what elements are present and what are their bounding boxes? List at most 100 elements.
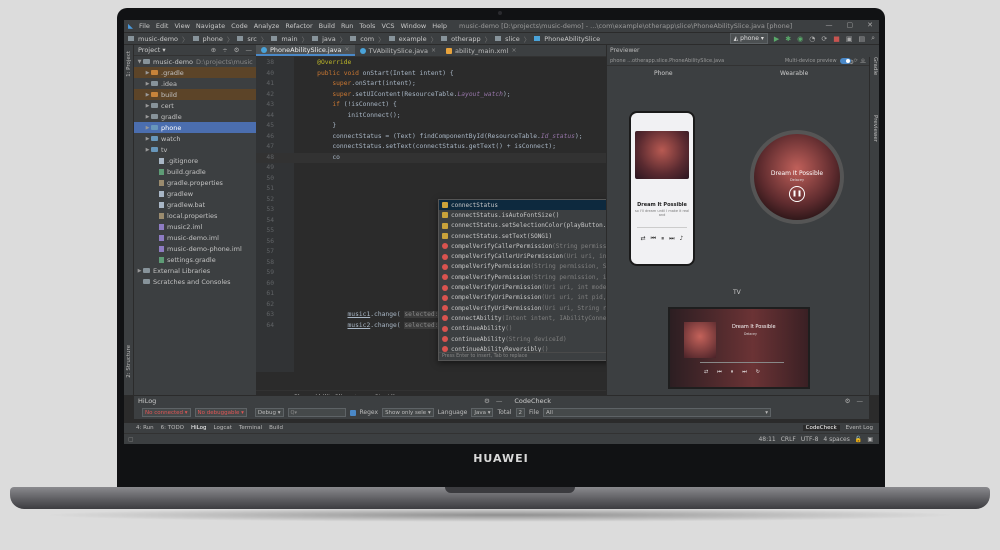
menu-view[interactable]: View <box>174 22 189 30</box>
nav-crumb[interactable]: phone <box>203 35 223 43</box>
menu-navigate[interactable]: Navigate <box>196 22 225 30</box>
prev-icon[interactable]: ⏮ <box>717 369 722 375</box>
bottom-tab[interactable]: HiLog <box>191 425 207 431</box>
tree-item[interactable]: ▶ cert <box>134 100 256 111</box>
line-separator[interactable]: CRLF <box>781 436 796 443</box>
lock-icon[interactable]: 🔓 <box>855 436 862 443</box>
nav-crumb[interactable]: java <box>322 35 336 43</box>
code-line[interactable]: 50 <box>256 174 606 185</box>
tv-preview[interactable]: Dream It Possible Delacey ⇄ ⏮ ⏸ ⏭ ↻ <box>668 307 810 389</box>
hide-icon[interactable]: — <box>857 397 864 405</box>
tree-item[interactable]: ▶ build <box>134 89 256 100</box>
cursor-position[interactable]: 48:11 <box>758 436 775 443</box>
tree-item[interactable]: Scratches and Consoles <box>134 276 256 287</box>
collapse-icon[interactable]: ÷ <box>222 46 227 54</box>
codecheck-tab[interactable]: CodeCheck <box>802 425 840 431</box>
editor-tab[interactable]: ability_main.xml × <box>441 45 522 56</box>
expand-arrow-icon[interactable]: ▶ <box>144 81 151 87</box>
tree-item[interactable]: ▶ .gradle <box>134 67 256 78</box>
tree-item[interactable]: gradle.properties <box>134 177 256 188</box>
nav-crumb[interactable]: slice <box>505 35 520 43</box>
process-select[interactable]: No debuggable ▾ <box>194 408 247 417</box>
tree-item[interactable]: .gitignore <box>134 155 256 166</box>
phone-progress-bar[interactable] <box>637 227 687 228</box>
previewer-tool-tab[interactable]: Previewer <box>872 115 878 142</box>
tree-item[interactable]: gradlew.bat <box>134 199 256 210</box>
expand-arrow-icon[interactable]: ▶ <box>144 147 151 153</box>
zoom-icon[interactable]: ⊕ <box>861 58 865 64</box>
layout-icon[interactable]: ▤ <box>858 35 865 43</box>
file-select[interactable]: All ▾ <box>543 408 772 417</box>
status-message-icon[interactable]: ▢ <box>128 436 134 443</box>
hide-icon[interactable]: — <box>496 397 503 405</box>
pause-icon[interactable]: ⏸ <box>661 235 664 243</box>
tree-item[interactable]: settings.gradle <box>134 254 256 265</box>
project-view-select[interactable]: Project ▾ <box>138 46 166 54</box>
menu-analyze[interactable]: Analyze <box>254 22 280 30</box>
tree-item[interactable]: ▶ phone <box>134 122 256 133</box>
code-line[interactable]: 44 initConnect(); <box>256 111 606 122</box>
filter-select[interactable]: Show only sele ▾ <box>382 408 434 417</box>
nav-crumb[interactable]: PhoneAbilitySlice <box>544 35 600 43</box>
code-line[interactable]: 42 super.setUIContent(ResourceTable.Layo… <box>256 90 606 101</box>
indent-setting[interactable]: 4 spaces <box>823 436 849 443</box>
tree-item[interactable]: ▶ tv <box>134 144 256 155</box>
nav-crumb[interactable]: src <box>247 35 257 43</box>
nav-crumb[interactable]: main <box>281 35 297 43</box>
expand-arrow-icon[interactable]: ▶ <box>144 92 151 98</box>
tree-item[interactable]: ▶ watch <box>134 133 256 144</box>
debug-icon[interactable]: ✱ <box>785 35 791 43</box>
menu-file[interactable]: File <box>139 22 150 30</box>
nav-crumb[interactable]: example <box>399 35 427 43</box>
log-search-input[interactable]: Q▾ <box>287 408 346 417</box>
tree-item[interactable]: local.properties <box>134 210 256 221</box>
wearable-preview[interactable]: Dream It Possible Delacey ❚❚ <box>750 130 844 224</box>
repeat-icon[interactable]: ↻ <box>756 369 760 375</box>
menu-code[interactable]: Code <box>231 22 248 30</box>
nav-crumb[interactable]: com <box>360 35 374 43</box>
tree-item[interactable]: ▶ .idea <box>134 78 256 89</box>
expand-arrow-icon[interactable]: ▼ <box>136 59 143 65</box>
menu-edit[interactable]: Edit <box>156 22 169 30</box>
menu-tools[interactable]: Tools <box>359 22 375 30</box>
tree-item[interactable]: music-demo.iml <box>134 232 256 243</box>
coverage-icon[interactable]: ◉ <box>797 35 803 43</box>
code-line[interactable]: 41 super.onStart(intent); <box>256 79 606 90</box>
search-icon[interactable]: ⌕ <box>871 34 875 43</box>
structure-tool-tab[interactable]: 2: Structure <box>126 345 132 378</box>
nav-crumb[interactable]: music-demo <box>138 35 178 43</box>
menu-build[interactable]: Build <box>319 22 335 30</box>
volume-icon[interactable]: ♪ <box>680 235 684 243</box>
sync-icon[interactable]: ⟳ <box>821 35 827 43</box>
expand-arrow-icon[interactable]: ▶ <box>144 103 151 109</box>
code-line[interactable]: 46 connectStatus = (Text) findComponentB… <box>256 132 606 143</box>
bottom-tab[interactable]: Build <box>269 425 283 431</box>
tree-item[interactable]: music-demo-phone.iml <box>134 243 256 254</box>
gradle-tool-tab[interactable]: Gradle <box>872 57 878 75</box>
gear-icon[interactable]: ⚙ <box>845 397 851 405</box>
gear-icon[interactable]: ⚙ <box>234 46 240 54</box>
code-line[interactable]: 40 public void onStart(Intent intent) { <box>256 69 606 80</box>
prev-icon[interactable]: ⏮ <box>651 235 656 243</box>
locate-icon[interactable]: ⊕ <box>211 46 216 54</box>
code-line[interactable]: 47 connectStatus.setText(connectStatus.g… <box>256 142 606 153</box>
tree-item[interactable]: ▶ External Libraries <box>134 265 256 276</box>
run-config-select[interactable]: ◭ phone ▾ <box>729 33 768 44</box>
menu-help[interactable]: Help <box>432 22 447 30</box>
code-line[interactable]: 48 co <box>256 152 606 163</box>
close-icon[interactable]: ✕ <box>867 21 873 29</box>
multi-device-toggle[interactable] <box>839 58 851 64</box>
gear-icon[interactable]: ⚙ <box>484 397 490 405</box>
bottom-tab[interactable]: Logcat <box>214 425 232 431</box>
code-line[interactable]: 45 } <box>256 121 606 132</box>
close-tab-icon[interactable]: × <box>431 47 436 54</box>
log-level-select[interactable]: Debug ▾ <box>254 408 284 417</box>
code-line[interactable]: 51 <box>256 184 606 195</box>
code-line[interactable]: 38 @Override <box>256 58 606 69</box>
editor-tab[interactable]: PhoneAbilitySlice.java × <box>256 45 355 56</box>
code-line[interactable]: 49 <box>256 163 606 174</box>
hide-icon[interactable]: — <box>246 46 253 54</box>
expand-arrow-icon[interactable]: ▶ <box>144 70 151 76</box>
tree-item[interactable]: gradlew <box>134 188 256 199</box>
expand-arrow-icon[interactable]: ▶ <box>144 136 151 142</box>
